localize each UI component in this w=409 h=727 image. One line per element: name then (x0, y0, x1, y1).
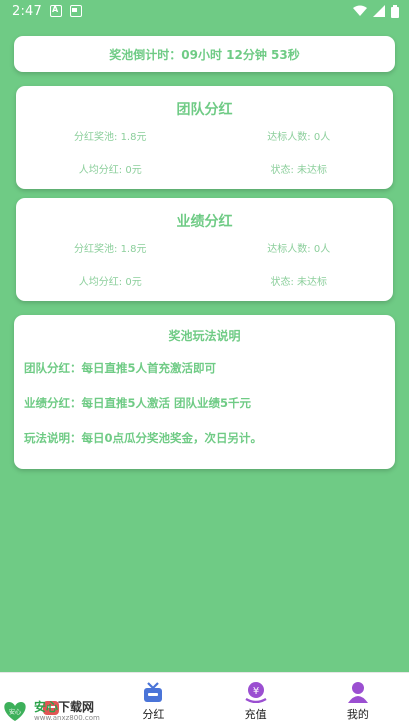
rule-team-bonus: 团队分红：每日直推5人首充激活即可 (24, 361, 216, 375)
performance-bonus-per-capita: 人均分红: 0元 (78, 277, 142, 288)
watermark-title-a: 安心 (34, 699, 59, 714)
battery-icon (391, 4, 399, 18)
pool-countdown-card: 奖池倒计时：09小时 12分钟 53秒 (14, 36, 395, 72)
tab-bonus-label: 分红 (142, 708, 165, 721)
status-time: 2:47 (12, 3, 42, 19)
gift-icon (144, 682, 163, 702)
rule-play-description: 玩法说明：每日0点瓜分奖池奖金，次日另计。 (24, 431, 262, 445)
recharge-icon: ¥ (245, 682, 267, 703)
tab-mine-label: 我的 (346, 708, 369, 721)
performance-bonus-card: 业绩分红 分红奖池: 1.8元 达标人数: 0人 人均分红: 0元 状态: 未达… (16, 198, 393, 301)
watermark-logo-icon: 安心 (4, 702, 26, 721)
performance-bonus-pool: 分红奖池: 1.8元 (74, 244, 147, 255)
performance-bonus-title: 业绩分红 (176, 214, 233, 230)
watermark-url: www.anxz800.com (34, 713, 100, 722)
rule-performance-bonus: 业绩分红：每日直推5人激活 团队业绩5千元 (24, 396, 252, 410)
tab-recharge-label: 充值 (244, 708, 267, 721)
notification-image-icon (70, 5, 82, 17)
team-bonus-qualified: 达标人数: 0人 (267, 132, 331, 143)
wifi-icon (353, 5, 367, 16)
tab-bonus[interactable]: 分红 (102, 673, 204, 727)
performance-bonus-status: 状态: 未达标 (270, 277, 328, 288)
team-bonus-pool: 分红奖池: 1.8元 (74, 132, 147, 143)
team-bonus-status: 状态: 未达标 (270, 165, 328, 176)
tab-mine[interactable]: 我的 (307, 673, 409, 727)
user-icon (347, 682, 368, 703)
site-watermark: 安心 安心下载网 www.anxz800.com (0, 699, 100, 723)
status-bar: 2:47 (0, 0, 409, 22)
svg-text:安心: 安心 (9, 708, 21, 716)
watermark-title-b: 下载网 (58, 699, 95, 714)
team-bonus-per-capita: 人均分红: 0元 (78, 165, 142, 176)
team-bonus-card: 团队分红 分红奖池: 1.8元 达标人数: 0人 人均分红: 0元 状态: 未达… (16, 86, 393, 189)
notification-a-icon (50, 5, 62, 17)
pool-rules-title: 奖池玩法说明 (168, 329, 241, 343)
performance-bonus-qualified: 达标人数: 0人 (267, 244, 331, 255)
tab-recharge[interactable]: ¥ 充值 (205, 673, 307, 727)
pool-rules-card: 奖池玩法说明 团队分红：每日直推5人首充激活即可 业绩分红：每日直推5人激活 团… (14, 315, 395, 469)
pool-countdown-text: 奖池倒计时：09小时 12分钟 53秒 (109, 47, 300, 62)
svg-text:¥: ¥ (252, 686, 258, 697)
signal-icon (373, 5, 385, 17)
team-bonus-title: 团队分红 (176, 102, 233, 118)
